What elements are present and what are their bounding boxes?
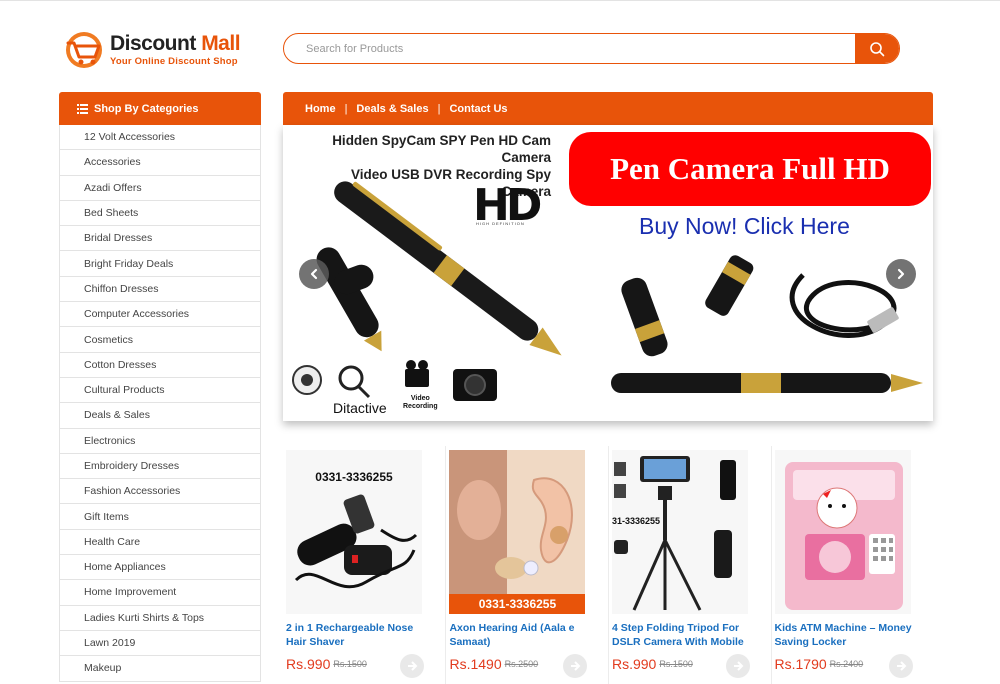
nav-home[interactable]: Home <box>305 103 336 115</box>
price-row: Rs.1490 Rs.2500 <box>449 654 588 678</box>
product-grid: 0331-3336255 2 in 1 Rechargeable Nose Ha… <box>283 446 933 684</box>
banner-ditactive-label: Ditactive <box>333 400 387 416</box>
nav-deals-sales[interactable]: Deals & Sales <box>356 103 428 115</box>
category-item[interactable]: 12 Volt Accessories <box>60 125 260 151</box>
search-icon <box>870 41 885 56</box>
product-image[interactable] <box>774 450 911 614</box>
hero-banner[interactable]: Hidden SpyCam SPY Pen HD Cam Camera Vide… <box>283 125 933 421</box>
product-name[interactable]: Kids ATM Machine – Money Saving Locker <box>775 622 915 649</box>
nav-contact-us[interactable]: Contact Us <box>449 103 507 115</box>
product-price: Rs.990 <box>286 656 331 672</box>
view-product-button[interactable] <box>888 654 913 678</box>
category-item[interactable]: Lawn 2019 <box>60 631 260 657</box>
product-card: 31-3336255 4 Step Folding Tripod For DSL… <box>607 446 771 684</box>
category-item[interactable]: Embroidery Dresses <box>60 454 260 480</box>
category-item[interactable]: Accessories <box>60 150 260 176</box>
category-item[interactable]: Bed Sheets <box>60 201 260 227</box>
product-old-price: Rs.2400 <box>829 659 864 669</box>
product-phone-label: 31-3336255 <box>611 516 661 526</box>
banner-cta[interactable]: Buy Now! Click Here <box>639 213 850 240</box>
product-name[interactable]: 2 in 1 Rechargeable Nose Hair Shaver <box>286 622 426 649</box>
category-item[interactable]: Gift Items <box>60 504 260 530</box>
product-card: Kids ATM Machine – Money Saving Locker R… <box>770 446 934 684</box>
logo-name-part2: Mall <box>201 32 241 56</box>
search-input[interactable] <box>284 34 855 63</box>
logo-tagline: Your Online Discount Shop <box>110 56 238 68</box>
slider-next-button[interactable] <box>886 259 916 289</box>
product-name[interactable]: Axon Hearing Aid (Aala e Samaat) <box>449 622 589 649</box>
product-price: Rs.1490 <box>449 656 502 672</box>
slider-prev-button[interactable] <box>299 259 329 289</box>
chevron-right-icon <box>897 268 905 280</box>
category-heading-label: Shop By Categories <box>94 102 199 115</box>
logo-title: Discount Mall <box>110 32 241 56</box>
category-item[interactable]: Makeup <box>60 656 260 682</box>
category-item[interactable]: Electronics <box>60 429 260 454</box>
arrow-right-icon <box>896 661 906 671</box>
list-icon <box>77 103 88 114</box>
category-item[interactable]: Computer Accessories <box>60 302 260 328</box>
top-border <box>0 0 1000 1</box>
product-old-price: Rs.1500 <box>659 659 693 669</box>
product-image[interactable]: 31-3336255 <box>611 450 748 614</box>
product-old-price: Rs.2500 <box>504 659 539 669</box>
category-item[interactable]: Ladies Kurti Shirts & Tops <box>60 606 260 631</box>
view-product-button[interactable] <box>725 654 750 678</box>
category-item[interactable]: Cosmetics <box>60 327 260 353</box>
category-heading: Shop By Categories <box>59 92 261 125</box>
cart-logo-icon <box>62 30 108 70</box>
main-nav: Home | Deals & Sales | Contact Us <box>283 92 933 125</box>
category-item[interactable]: Home Appliances <box>60 555 260 581</box>
product-card: 0331-3336255 2 in 1 Rechargeable Nose Ha… <box>283 446 445 684</box>
product-price: Rs.990 <box>611 656 657 672</box>
category-item[interactable]: Fashion Accessories <box>60 479 260 505</box>
banner-video-line1: Video <box>410 395 430 402</box>
category-item[interactable]: Bright Friday Deals <box>60 251 260 277</box>
arrow-right-icon <box>408 661 418 671</box>
hearing-aid-icon <box>449 450 574 600</box>
category-item[interactable]: Cultural Products <box>60 378 260 404</box>
category-item[interactable]: Home Improvement <box>60 580 260 606</box>
category-item[interactable]: Bridal Dresses <box>60 226 260 252</box>
site-logo[interactable]: Discount Mall Your Online Discount Shop <box>62 28 262 72</box>
hd-logo-subtitle: HIGH DEFINITION <box>476 221 525 226</box>
banner-headline: Pen Camera Full HD <box>569 132 931 206</box>
search-bar <box>283 33 900 64</box>
product-image[interactable]: 0331-3336255 <box>286 450 422 614</box>
arrow-right-icon <box>571 661 581 671</box>
product-old-price: Rs.1500 <box>333 659 367 669</box>
price-row: Rs.990 Rs.1500 <box>611 654 750 678</box>
tripod-icon <box>613 456 736 611</box>
product-price: Rs.1790 <box>774 656 827 672</box>
view-product-button[interactable] <box>563 654 588 678</box>
category-item[interactable]: Deals & Sales <box>60 403 260 429</box>
price-row: Rs.990 Rs.1500 <box>286 654 424 678</box>
category-item[interactable]: Azadi Offers <box>60 176 260 201</box>
product-name[interactable]: 4 Step Folding Tripod For DSLR Camera Wi… <box>612 622 752 649</box>
product-image[interactable]: 0331-3336255 <box>449 450 586 614</box>
category-list: 12 Volt Accessories Accessories Azadi Of… <box>59 125 261 682</box>
category-sidebar: Shop By Categories 12 Volt Accessories A… <box>59 92 261 682</box>
category-item[interactable]: Cotton Dresses <box>60 353 260 378</box>
arrow-right-icon <box>733 661 744 671</box>
piggy-bank-atm-icon <box>784 462 903 610</box>
chevron-left-icon <box>310 268 318 280</box>
category-item[interactable]: Health Care <box>60 530 260 556</box>
product-card: 0331-3336255 Axon Hearing Aid (Aala e Sa… <box>445 446 608 684</box>
nav-separator: | <box>437 102 441 115</box>
banner-video-label: Video Recording <box>403 395 438 411</box>
nav-separator: | <box>344 102 348 115</box>
product-phone-label: 0331-3336255 <box>315 470 393 484</box>
search-button[interactable] <box>855 34 899 63</box>
product-phone-label: 0331-3336255 <box>449 594 586 614</box>
category-item[interactable]: Chiffon Dresses <box>60 277 260 303</box>
logo-name-part1: Discount <box>110 32 196 56</box>
price-row: Rs.1790 Rs.2400 <box>774 654 913 678</box>
view-product-button[interactable] <box>400 654 424 678</box>
banner-video-line2: Recording <box>403 403 438 410</box>
